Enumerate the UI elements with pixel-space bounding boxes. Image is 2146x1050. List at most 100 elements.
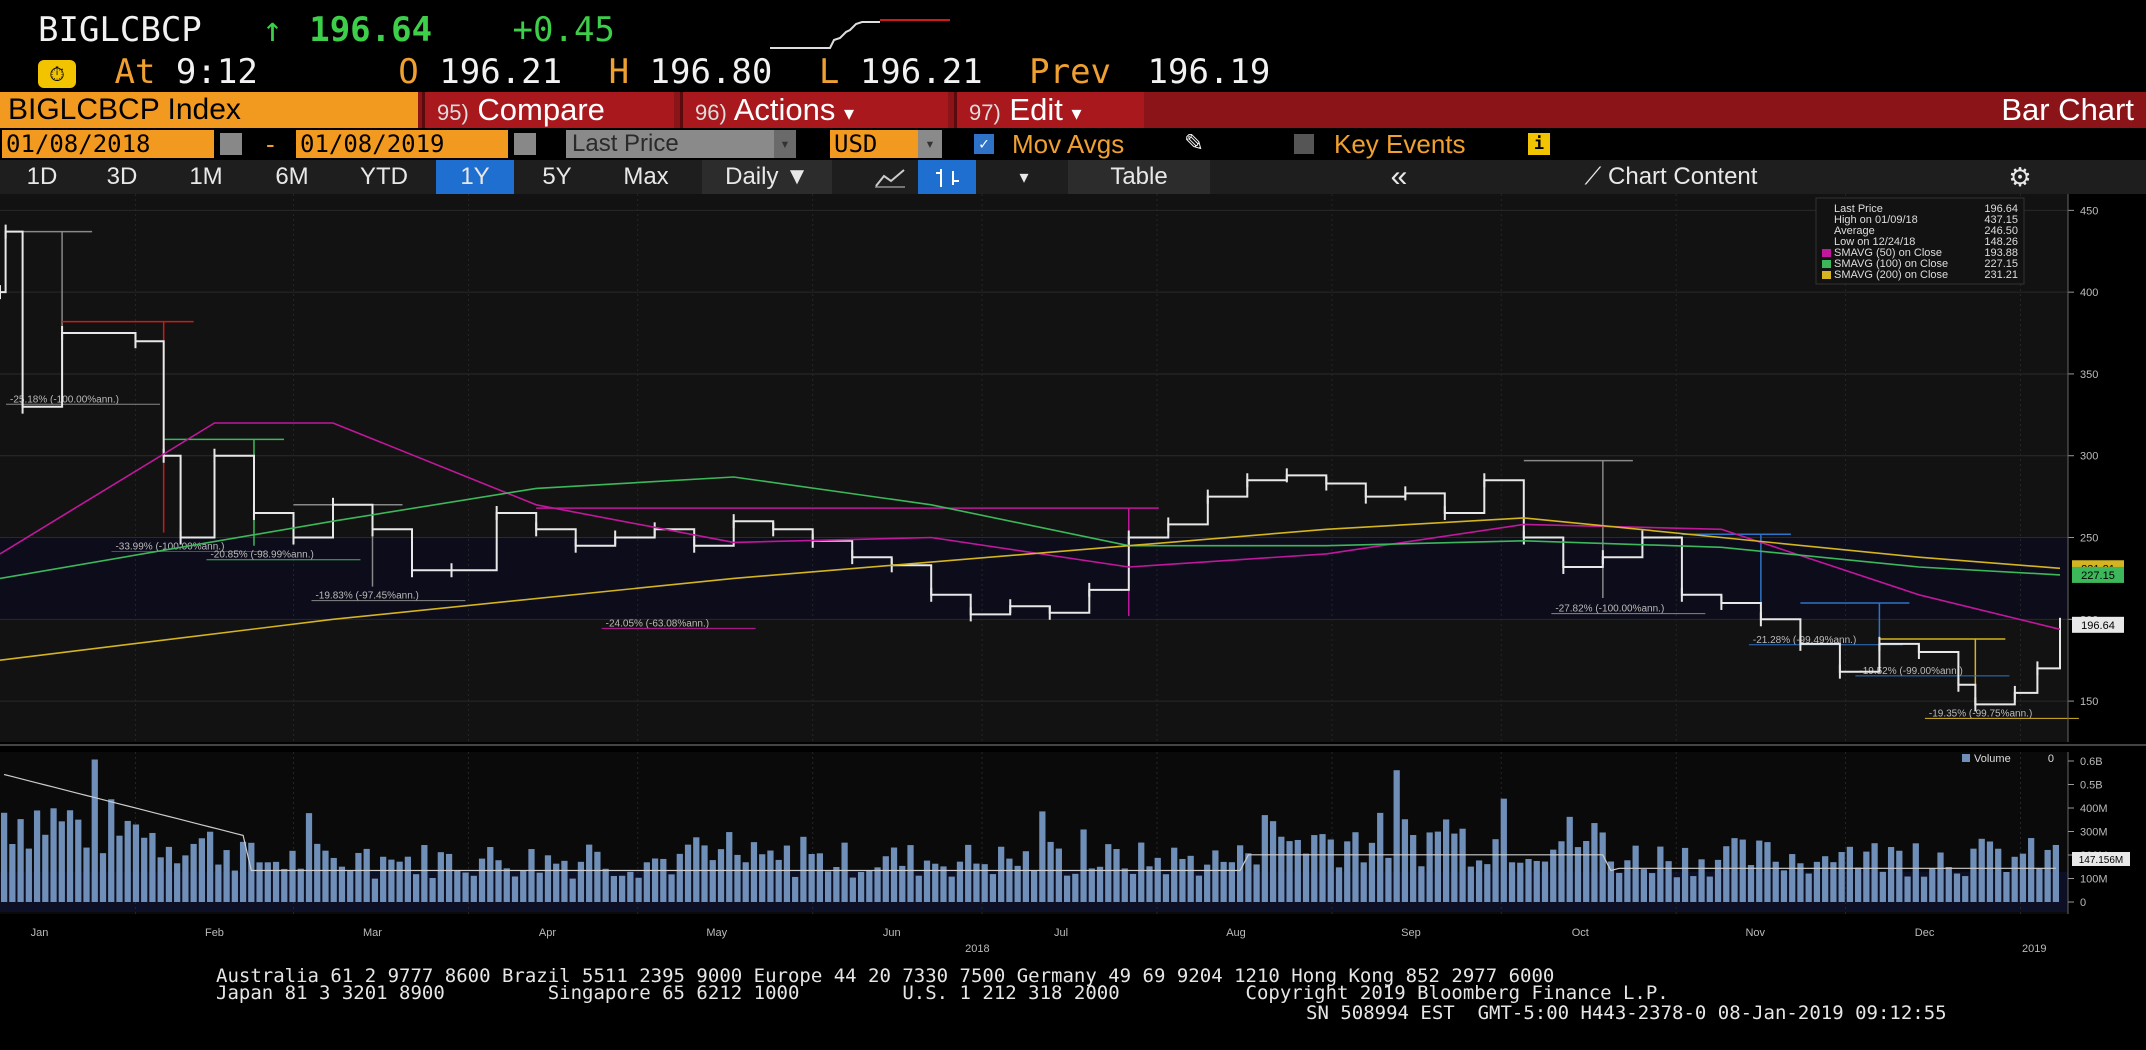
volume-bar xyxy=(734,854,741,902)
period-max[interactable]: Max xyxy=(604,160,688,194)
volume-bar xyxy=(1080,829,1087,902)
volume-bar xyxy=(2028,838,2035,902)
volume-bar xyxy=(503,868,510,902)
period-1d[interactable]: 1D xyxy=(8,160,76,194)
currency-select[interactable]: USD xyxy=(830,130,930,158)
volume-bar xyxy=(1039,811,1046,902)
high-price: 196.80 xyxy=(649,52,773,92)
volume-bar xyxy=(1063,875,1071,902)
volume-tick-label: 400M xyxy=(2080,803,2108,815)
gear-icon[interactable]: ⚙ xyxy=(2000,160,2040,194)
volume-bar xyxy=(1583,840,1590,902)
end-date-input[interactable]: 01/08/2019 xyxy=(296,130,508,158)
period-1m[interactable]: 1M xyxy=(172,160,240,194)
edit-button[interactable]: 97) Edit ▾ xyxy=(954,92,1144,128)
volume-bar xyxy=(231,870,238,902)
volume-bar xyxy=(1706,876,1713,902)
period-3d[interactable]: 3D xyxy=(88,160,156,194)
volume-bar xyxy=(347,870,354,902)
index-name[interactable]: BIGLCBCP Index xyxy=(0,92,418,128)
volume-bar xyxy=(1855,867,1862,902)
table-button[interactable]: Table xyxy=(1068,160,1210,194)
volume-bar xyxy=(1665,861,1672,902)
volume-bar xyxy=(1302,853,1310,902)
volume-bar xyxy=(1146,866,1153,902)
volume-bar xyxy=(1904,876,1911,902)
volume-bar xyxy=(83,847,90,902)
key-events-checkbox[interactable] xyxy=(1294,134,1314,154)
volume-bar xyxy=(190,843,197,902)
calendar-icon[interactable] xyxy=(220,133,242,155)
volume-bar xyxy=(1088,868,1095,902)
volume-bar xyxy=(404,856,411,902)
price-chart[interactable]: -25.18% (-100.00%ann.)-33.99% (-100.00%a… xyxy=(0,194,2146,955)
volume-bar xyxy=(454,870,461,902)
field-select[interactable]: Last Price xyxy=(566,130,796,158)
month-tick-label: Jun xyxy=(883,927,901,939)
actions-button[interactable]: 96) Actions ▾ xyxy=(680,92,948,128)
volume-bar xyxy=(594,851,601,902)
chart-area[interactable]: -25.18% (-100.00%ann.) -33.99% (-100.00%a… xyxy=(0,194,2146,955)
volume-bar xyxy=(1846,846,1853,902)
prev-price: 196.19 xyxy=(1147,52,1271,92)
volume-bar xyxy=(215,864,222,902)
volume-bar xyxy=(948,876,955,902)
volume-bar xyxy=(668,874,675,902)
volume-bar xyxy=(421,845,428,902)
volume-bar xyxy=(1006,858,1013,902)
collapse-icon[interactable]: « xyxy=(1374,160,1424,194)
volume-tick-label: 0.5B xyxy=(2080,780,2103,792)
volume-bar xyxy=(1014,865,1021,902)
chart-content-button[interactable]: ⟋ Chart Content xyxy=(1536,160,1806,194)
chart-line-icon: ⟋ xyxy=(1584,163,1602,190)
price-tick-label: 400 xyxy=(2080,287,2098,299)
volume-bar xyxy=(907,845,914,902)
volume-bar xyxy=(1500,798,1507,902)
bar-chart-icon[interactable] xyxy=(918,160,976,194)
volume-bar xyxy=(998,846,1005,902)
key-events-label: Key Events xyxy=(1334,129,1466,159)
volume-bar xyxy=(1245,853,1252,902)
line-chart-icon[interactable] xyxy=(864,160,916,194)
volume-bar xyxy=(1492,839,1499,902)
volume-bar xyxy=(1566,816,1573,902)
volume-bar xyxy=(1640,869,1647,902)
volume-bar xyxy=(1327,839,1334,902)
volume-bar xyxy=(1171,847,1178,902)
mov-avgs-checkbox[interactable]: ✓ xyxy=(974,134,994,154)
info-icon[interactable]: i xyxy=(1528,133,1550,155)
start-date-input[interactable]: 01/08/2018 xyxy=(2,130,214,158)
legend-volume-value: 0 xyxy=(2048,753,2054,765)
footer-session: SN 508994 EST GMT-5:00 H443-2378-0 08-Ja… xyxy=(1306,1002,1947,1024)
volume-bar xyxy=(108,799,115,902)
dropdown-arrow-icon[interactable]: ▾ xyxy=(918,130,942,158)
volume-bar xyxy=(1780,870,1788,902)
volume-bar xyxy=(932,863,939,902)
pencil-icon[interactable]: ✎ xyxy=(1184,128,1204,160)
volume-bar xyxy=(1385,857,1392,902)
month-tick-label: Mar xyxy=(363,927,382,939)
calendar-icon[interactable] xyxy=(514,133,536,155)
dropdown-arrow-icon[interactable]: ▾ xyxy=(774,130,796,158)
legend-volume: Volume xyxy=(1974,753,2011,765)
volume-bar xyxy=(1995,848,2002,902)
volume-bar xyxy=(1673,877,1680,902)
chevron-down-icon[interactable]: ▾ xyxy=(1004,160,1044,194)
frequency-select[interactable]: Daily ▼ xyxy=(702,160,832,194)
month-tick-label: Dec xyxy=(1915,927,1935,939)
volume-bar xyxy=(874,867,881,902)
volume-bar xyxy=(989,874,997,902)
volume-bar xyxy=(1945,866,1952,902)
volume-bar xyxy=(1863,851,1870,902)
compare-button[interactable]: 95) Compare xyxy=(422,92,674,128)
period-6m[interactable]: 6M xyxy=(256,160,328,194)
volume-bar xyxy=(1426,832,1433,902)
volume-bar xyxy=(149,832,156,902)
period-1y[interactable]: 1Y xyxy=(436,160,514,194)
volume-bar xyxy=(322,850,329,902)
period-5y[interactable]: 5Y xyxy=(522,160,592,194)
period-ytd[interactable]: YTD xyxy=(344,160,424,194)
volume-bar xyxy=(1278,836,1285,902)
volume-bar xyxy=(1220,861,1227,902)
volume-bar xyxy=(1418,866,1425,902)
